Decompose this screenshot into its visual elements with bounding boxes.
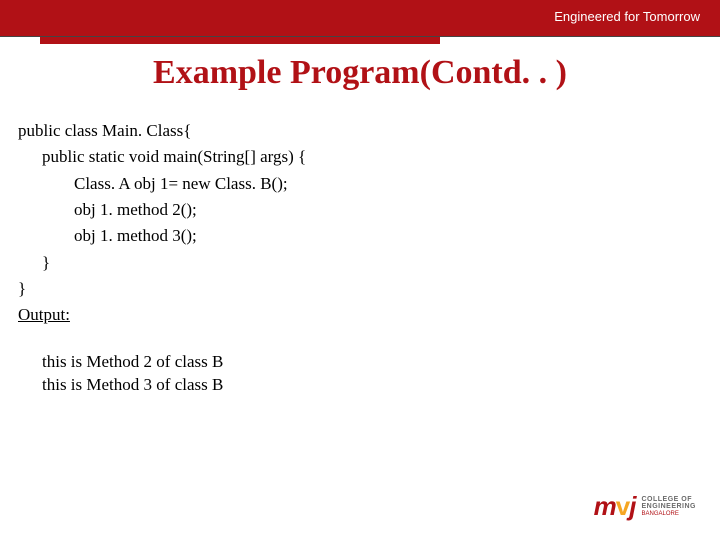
output-label: Output:: [18, 302, 306, 328]
output-line: this is Method 3 of class B: [42, 374, 306, 397]
code-line: obj 1. method 2();: [18, 197, 306, 223]
logo-subtext: BANGALORE: [641, 511, 696, 518]
output-line: this is Method 2 of class B: [42, 351, 306, 374]
logo-mark: mvj: [594, 491, 636, 522]
slide-title: Example Program(Contd. . ): [0, 54, 720, 92]
output-block: this is Method 2 of class B this is Meth…: [18, 351, 306, 397]
header-bar: Engineered for Tomorrow: [0, 0, 720, 36]
code-line: }: [18, 276, 306, 302]
slide-content: public class Main. Class{ public static …: [18, 118, 306, 397]
logo-letter-accent: v: [616, 491, 629, 521]
logo-letter: m: [594, 491, 616, 521]
logo-text: COLLEGE OF ENGINEERING BANGALORE: [641, 496, 696, 518]
logo-text-line: COLLEGE OF: [641, 496, 692, 503]
code-line: public static void main(String[] args) {: [18, 144, 306, 170]
header-tagline: Engineered for Tomorrow: [554, 9, 700, 24]
code-line: }: [18, 250, 306, 276]
footer-logo: mvj COLLEGE OF ENGINEERING BANGALORE: [594, 491, 696, 522]
code-line: Class. A obj 1= new Class. B();: [18, 171, 306, 197]
divider-line: [0, 36, 720, 37]
logo-letter: j: [629, 491, 635, 521]
code-line: public class Main. Class{: [18, 118, 306, 144]
header-notch: [40, 0, 440, 44]
code-line: obj 1. method 3();: [18, 223, 306, 249]
logo-text-line: ENGINEERING: [641, 503, 696, 510]
